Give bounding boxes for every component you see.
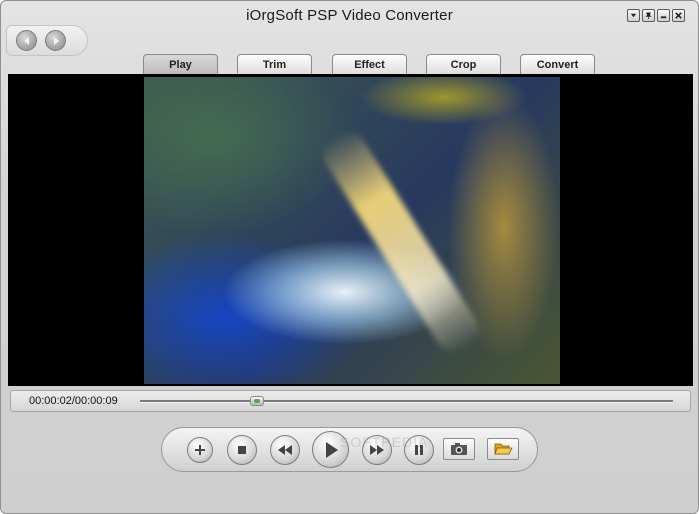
dropdown-icon[interactable] <box>627 9 640 22</box>
add-icon[interactable] <box>187 437 213 463</box>
stop-icon[interactable] <box>227 435 257 465</box>
video-preview[interactable] <box>8 74 693 386</box>
playback-controls <box>161 427 538 472</box>
app-window: iOrgSoft PSP Video Converter Play Trim E… <box>0 0 699 514</box>
video-frame <box>144 77 560 384</box>
window-controls <box>627 9 685 22</box>
pause-icon[interactable] <box>404 435 434 465</box>
tab-play[interactable]: Play <box>143 54 218 74</box>
seek-bar: 00:00:02/00:00:09 <box>10 390 691 412</box>
seek-knob[interactable] <box>250 396 265 406</box>
play-icon[interactable] <box>312 431 349 468</box>
arrow-right-icon[interactable] <box>45 30 66 51</box>
arrow-left-icon[interactable] <box>16 30 37 51</box>
navigation-bar <box>6 25 88 56</box>
tab-bar: Play Trim Effect Crop Convert <box>1 54 698 74</box>
tab-effect[interactable]: Effect <box>332 54 407 74</box>
minimize-icon[interactable] <box>657 9 670 22</box>
tab-trim[interactable]: Trim <box>237 54 312 74</box>
rewind-icon[interactable] <box>270 435 300 465</box>
tab-crop[interactable]: Crop <box>426 54 501 74</box>
pin-icon[interactable] <box>642 9 655 22</box>
snapshot-icon[interactable] <box>443 438 475 460</box>
fast-forward-icon[interactable] <box>362 435 392 465</box>
time-display: 00:00:02/00:00:09 <box>29 395 118 407</box>
close-icon[interactable] <box>672 9 685 22</box>
window-title: iOrgSoft PSP Video Converter <box>246 7 453 24</box>
seek-track[interactable] <box>140 400 673 403</box>
tab-convert[interactable]: Convert <box>520 54 595 74</box>
video-light-streak <box>316 124 486 360</box>
open-folder-icon[interactable] <box>487 438 519 460</box>
